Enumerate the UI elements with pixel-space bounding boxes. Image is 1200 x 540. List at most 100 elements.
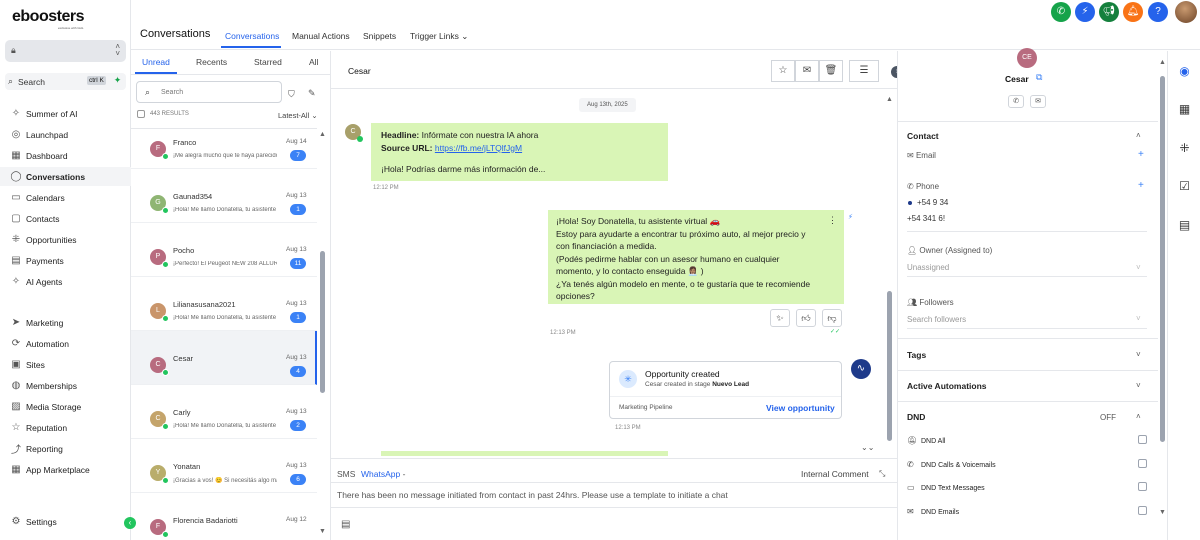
chevron-down-icon[interactable]: ˅ xyxy=(1136,381,1141,390)
sidebar-item-launchpad[interactable]: ◎ Launchpad xyxy=(0,125,131,144)
megaphone-icon[interactable]: 📢︎ xyxy=(1099,2,1119,22)
dnd-all-checkbox[interactable] xyxy=(1138,435,1147,444)
conversation-list-item[interactable]: F Franco ¡Me alegra mucho que te haya pa… xyxy=(131,115,317,169)
help-icon[interactable]: ? xyxy=(1148,2,1168,22)
scroll-down-arrow[interactable]: ▼ xyxy=(1159,509,1166,516)
sidebar-item-payments[interactable]: ▤ Payments xyxy=(0,251,131,270)
scroll-up-arrow[interactable]: ▲ xyxy=(1159,59,1166,66)
sidebar-item-media-storage[interactable]: ▨ Media Storage xyxy=(0,397,131,416)
conversation-list-item[interactable]: P Pocho ¡Perfecto! El Peugeot NEW 208 AL… xyxy=(131,223,317,277)
source-link[interactable]: https://fb.me/jLTQlfJgM xyxy=(435,143,522,153)
conversation-list-item[interactable]: Y Yonatan ¡Gracias a vos! 😊 Si necesitás… xyxy=(131,439,317,493)
scroll-to-bottom-icon[interactable]: ⌄⌄ xyxy=(861,443,874,452)
sidebar-item-marketing[interactable]: ➤ Marketing xyxy=(0,313,131,332)
mark-unread-button[interactable]: ✉ xyxy=(795,60,819,82)
conversation-list-item[interactable]: C Carly ¡Hola! Me llamo Donatella, tu as… xyxy=(131,385,317,439)
tab-whatsapp[interactable]: WhatsApp - xyxy=(361,469,405,479)
phone-value[interactable]: +54 9 34 xyxy=(917,198,948,207)
tab-trigger-links[interactable]: Trigger Links ⌄ xyxy=(410,31,468,42)
delete-button[interactable]: 🗑︎ xyxy=(819,60,843,82)
email-button[interactable]: ✉ xyxy=(1030,95,1046,108)
add-phone-button[interactable]: + xyxy=(1138,180,1144,191)
conversation-list-item[interactable]: L Lilianasusana2021 ¡Hola! Me llamo Dona… xyxy=(131,277,317,331)
conversation-list-item[interactable]: G Gaunad354 ¡Hola! Me llamo Donatella, t… xyxy=(131,169,317,223)
tab-manual-actions[interactable]: Manual Actions xyxy=(292,31,350,41)
scrollbar-thumb[interactable] xyxy=(1160,76,1165,442)
tab-conversations[interactable]: Conversations xyxy=(225,31,279,41)
dnd-text-messages-checkbox[interactable] xyxy=(1138,482,1147,491)
dnd-emails-checkbox[interactable] xyxy=(1138,506,1147,515)
global-search[interactable]: ⌕ Search ctrl K ✦ xyxy=(5,73,126,90)
phone-value[interactable]: +54 341 6! xyxy=(907,214,945,223)
conversation-search-input[interactable]: ⌕ Search xyxy=(136,81,282,103)
contact-name[interactable]: Cesar xyxy=(1005,74,1029,84)
chevron-up-icon[interactable]: ˄ xyxy=(1136,412,1141,421)
add-email-button[interactable]: + xyxy=(1138,149,1144,160)
scroll-down-arrow[interactable]: ▼ xyxy=(319,528,326,535)
more-options-icon[interactable]: ⋮ xyxy=(828,215,837,226)
thumbs-down-button[interactable]: 👎︎ xyxy=(822,309,842,327)
section-tags-title[interactable]: Tags xyxy=(907,350,926,360)
phone-icon[interactable]: ✆ xyxy=(1051,2,1071,22)
app-logo[interactable]: eboosters xyxy=(12,8,84,26)
section-dnd-title[interactable]: DND xyxy=(907,412,925,422)
notes-icon[interactable]: ▤ xyxy=(1168,214,1200,236)
compose-icon[interactable]: ✎ xyxy=(308,88,316,99)
sidebar-item-settings[interactable]: ⚙ Settings xyxy=(0,512,131,531)
tab-starred[interactable]: Starred xyxy=(254,57,282,67)
user-avatar[interactable] xyxy=(1175,1,1197,23)
sidebar-item-opportunities[interactable]: ⁜ Opportunities xyxy=(0,230,131,249)
chevron-up-icon[interactable]: ˄ xyxy=(1136,131,1141,140)
opportunities-icon[interactable]: ⁜ xyxy=(1168,137,1200,159)
filter-icon[interactable]: ⛉ xyxy=(288,89,295,100)
tab-all[interactable]: All xyxy=(309,57,318,67)
expand-icon[interactable]: ⤡ xyxy=(879,469,885,479)
sidebar-item-memberships[interactable]: ◍ Memberships xyxy=(0,376,131,395)
conversation-list-item[interactable]: C Cesar Aug 13 4 xyxy=(131,331,317,385)
account-switcher[interactable]: 🔒︎ ˄ ˅ xyxy=(5,40,126,62)
scrollbar-thumb[interactable] xyxy=(320,251,325,393)
tab-recents[interactable]: Recents xyxy=(196,57,227,67)
tab-snippets[interactable]: Snippets xyxy=(363,31,396,41)
sidebar-item-automation[interactable]: ⟳ Automation xyxy=(0,334,131,353)
scroll-up-arrow[interactable]: ▲ xyxy=(886,96,893,103)
sidebar-item-contacts[interactable]: ▢ Contacts xyxy=(0,209,131,228)
chevron-down-icon[interactable]: ˅ xyxy=(1136,263,1141,272)
sidebar-item-conversations[interactable]: ◯ Conversations xyxy=(0,167,131,186)
thumbs-up-button[interactable]: 👍︎ xyxy=(796,309,816,327)
view-opportunity-link[interactable]: View opportunity xyxy=(766,403,835,413)
followers-input[interactable]: Search followers xyxy=(907,315,966,324)
scroll-up-arrow[interactable]: ▲ xyxy=(319,131,326,138)
sidebar-item-summer-of-ai[interactable]: ✧ Summer of AI xyxy=(0,104,131,123)
dnd-calls-voicemails-checkbox[interactable] xyxy=(1138,459,1147,468)
quick-add-icon[interactable]: ✦ xyxy=(112,75,123,86)
scrollbar-thumb[interactable] xyxy=(887,291,892,441)
call-button[interactable]: ✆ xyxy=(1008,95,1024,108)
sidebar-item-reporting[interactable]: ⤴ Reporting xyxy=(0,439,131,458)
calendar-icon[interactable]: ▦ xyxy=(1168,98,1200,120)
tasks-icon[interactable]: ☑ xyxy=(1168,175,1200,197)
sidebar-item-app-marketplace[interactable]: ▦ App Marketplace xyxy=(0,460,131,479)
chevron-down-icon[interactable]: ˅ xyxy=(1136,350,1141,359)
contact-details-icon[interactable]: ◉ xyxy=(1168,60,1200,82)
bell-icon[interactable]: 🔔︎ xyxy=(1123,2,1143,22)
section-contact-title[interactable]: Contact xyxy=(907,131,939,141)
sidebar-item-sites[interactable]: ▣ Sites xyxy=(0,355,131,374)
tab-unread[interactable]: Unread xyxy=(142,57,170,67)
conversation-list-item[interactable]: F Florencia Badariotti Aug 12 xyxy=(131,493,317,540)
collapse-sidebar-button[interactable]: ‹ xyxy=(124,517,136,529)
external-link-icon[interactable]: ⧉ xyxy=(1036,72,1042,83)
template-icon[interactable]: ▤ xyxy=(341,519,350,530)
sidebar-item-reputation[interactable]: ☆ Reputation xyxy=(0,418,131,437)
magic-wand-icon[interactable]: ⚡︎ xyxy=(1075,2,1095,22)
activity-icon[interactable]: ∿ xyxy=(851,359,871,379)
sidebar-item-calendars[interactable]: ▭ Calendars xyxy=(0,188,131,207)
ai-assist-button[interactable]: ✨︎ xyxy=(770,309,790,327)
section-automations-title[interactable]: Active Automations xyxy=(907,381,987,391)
sidebar-item-ai-agents[interactable]: ✧ AI Agents xyxy=(0,272,131,291)
star-button[interactable]: ☆ xyxy=(771,60,795,82)
tab-sms[interactable]: SMS xyxy=(337,469,355,479)
internal-comment-tab[interactable]: Internal Comment xyxy=(801,469,869,479)
sidebar-item-dashboard[interactable]: ▦ Dashboard xyxy=(0,146,131,165)
filter-messages-button[interactable]: ☰ xyxy=(849,60,879,82)
